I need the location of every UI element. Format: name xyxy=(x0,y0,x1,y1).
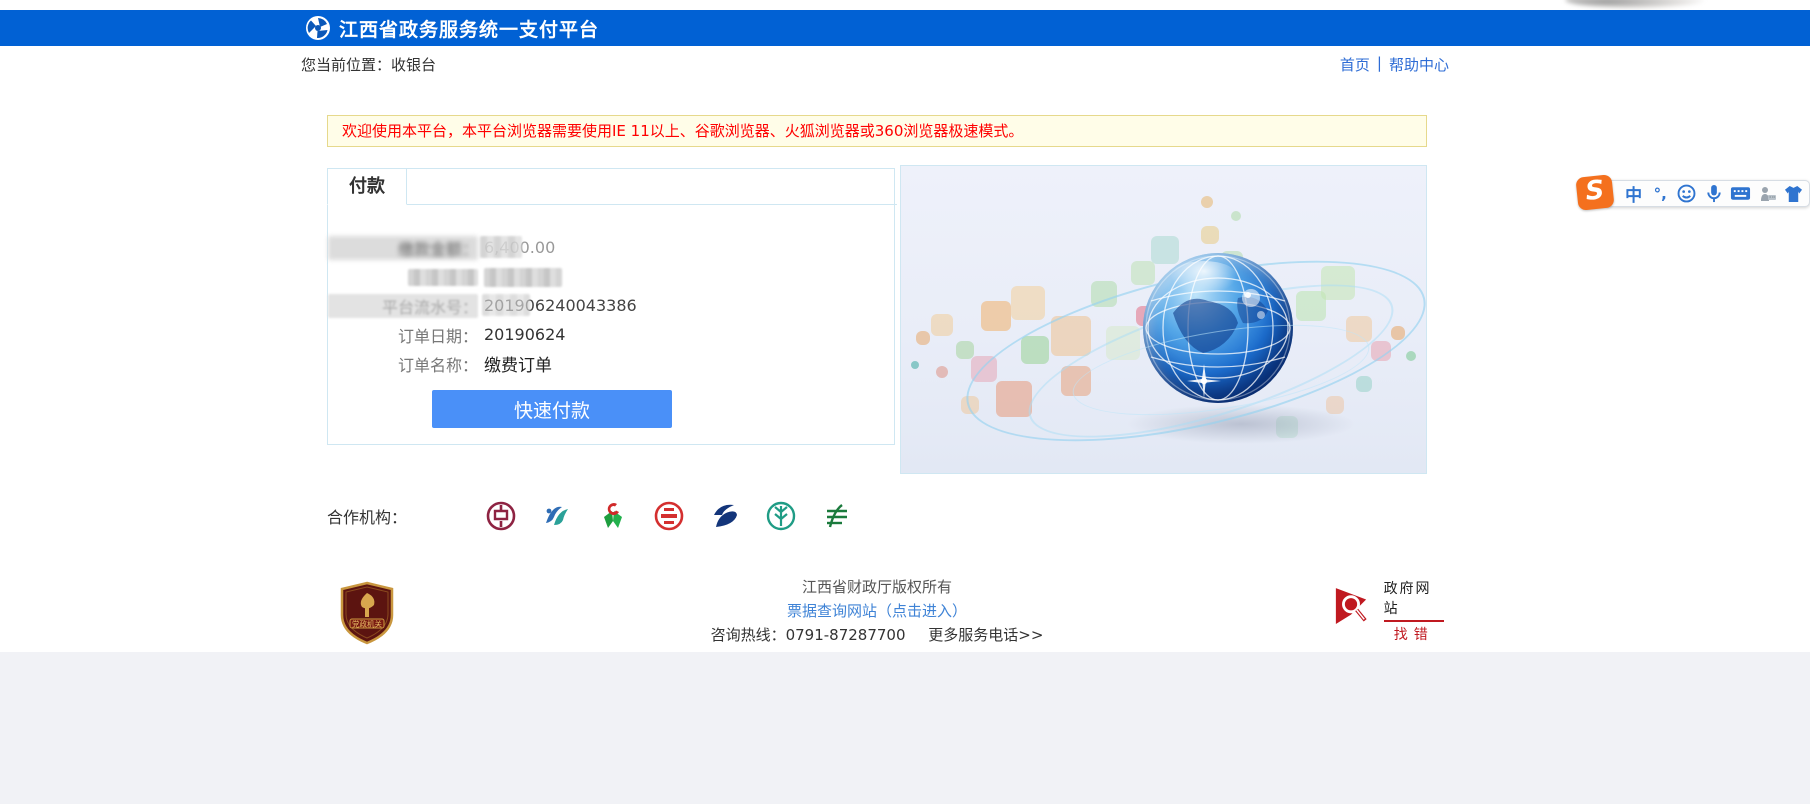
hotline-text: 咨询热线：0791-87287700 xyxy=(711,626,906,644)
page: 江西省政务服务统一支付平台 您当前位置：收银台 首页 | 帮助中心 欢迎使用本平… xyxy=(0,0,1810,804)
payer-label-mask xyxy=(408,269,478,286)
emoji-icon[interactable] xyxy=(1676,183,1698,205)
party-gov-badge[interactable]: 党政机关 xyxy=(338,581,396,645)
home-link[interactable]: 首页 xyxy=(1340,54,1370,75)
help-center-link[interactable]: 帮助中心 xyxy=(1389,54,1449,75)
order-name-value: 缴费订单 xyxy=(484,351,552,376)
breadcrumb-row: 您当前位置：收银台 首页 | 帮助中心 xyxy=(0,46,1810,78)
serial-label: 平台流水号： xyxy=(328,294,478,318)
receipt-link-row: 票据查询网站（点击进入） xyxy=(577,599,1177,623)
sogou-logo[interactable]: S xyxy=(1575,174,1614,211)
decorative-square xyxy=(1201,226,1219,244)
gov-site-label: 政府网站 xyxy=(1384,578,1444,622)
amount-label-redacted: 缴款金额： xyxy=(328,236,478,260)
payer-value-redacted xyxy=(484,267,562,287)
order-date-value: 20190624 xyxy=(484,325,565,344)
order-name-label: 订单名称： xyxy=(328,352,478,376)
top-links: 首页 | 帮助中心 xyxy=(1340,54,1449,75)
tab-payment[interactable]: 付款 xyxy=(327,168,407,205)
breadcrumb: 您当前位置：收银台 xyxy=(301,54,436,75)
ime-toolbar: 中 °, xyxy=(1577,179,1810,208)
mic-icon[interactable] xyxy=(1703,183,1725,205)
receipt-query-link[interactable]: 票据查询网站（点击进入） xyxy=(787,602,967,620)
more-phones-link[interactable]: 更多服务电话>> xyxy=(928,626,1043,644)
payment-tab-bar: 付款 xyxy=(327,168,897,205)
flag-magnifier-icon xyxy=(1334,585,1376,631)
decorative-square xyxy=(1406,351,1416,361)
payer-value-mask xyxy=(484,268,562,287)
links-separator: | xyxy=(1377,54,1382,75)
decorative-square xyxy=(1201,196,1213,208)
partners-label: 合作机构： xyxy=(327,504,407,528)
order-date-label: 订单日期： xyxy=(328,323,478,347)
platform-globe-logo-icon xyxy=(305,15,331,41)
decorative-square xyxy=(936,366,948,378)
header-brand: 江西省政务服务统一支付平台 xyxy=(305,10,599,46)
amount-value: 6,400.00 xyxy=(484,238,555,257)
jiangxi-bank-icon[interactable] xyxy=(541,498,573,534)
gov-site-error-badge[interactable]: 政府网站 找错 xyxy=(1334,585,1444,637)
find-error-label: 找错 xyxy=(1384,624,1444,644)
serial-value: 201906240043386 xyxy=(484,296,637,315)
decorative-square xyxy=(931,314,953,336)
decorative-square xyxy=(916,331,930,345)
decorative-square xyxy=(956,341,974,359)
copyright-text: 江西省财政厅版权所有 xyxy=(577,575,1177,599)
keyboard-icon[interactable] xyxy=(1729,183,1751,205)
decorative-square xyxy=(981,301,1011,331)
page-title: 江西省政务服务统一支付平台 xyxy=(339,15,599,42)
bottom-gray-area xyxy=(0,652,1810,804)
field-row-order-date: 订单日期： 20190624 xyxy=(328,320,896,349)
psbc-icon[interactable] xyxy=(821,498,853,534)
payment-fields: 缴款金额： 6,400.00 平台流水号： 201906240043386 xyxy=(328,233,896,378)
partners-row: 合作机构： xyxy=(327,496,1427,536)
ccb-icon[interactable] xyxy=(709,498,741,534)
party-gov-badge-label: 党政机关 xyxy=(352,619,382,629)
partner-bank-icons xyxy=(485,498,853,534)
gov-site-error-texts: 政府网站 找错 xyxy=(1384,585,1444,637)
browser-corner-artifact xyxy=(1565,0,1705,8)
footer-center: 江西省财政厅版权所有 票据查询网站（点击进入） 咨询热线：0791-872877… xyxy=(577,575,1177,647)
abc-icon[interactable] xyxy=(765,498,797,534)
payment-panel: 付款 缴款金额： 6,400.00 平台流水号： xyxy=(327,168,895,445)
decorative-square xyxy=(1231,211,1241,221)
field-row-serial: 平台流水号： 201906240043386 xyxy=(328,291,896,320)
footer: 党政机关 江西省财政厅版权所有 票据查询网站（点击进入） 咨询热线：0791-8… xyxy=(0,575,1810,652)
field-row-payer xyxy=(328,262,896,291)
sparkle-icon xyxy=(1187,364,1221,398)
header-bar: 江西省政务服务统一支付平台 xyxy=(0,10,1810,46)
punctuation-icon[interactable]: °, xyxy=(1649,183,1671,205)
skin-icon[interactable] xyxy=(1782,183,1804,205)
rural-credit-icon[interactable] xyxy=(597,498,629,534)
browser-compat-notice: 欢迎使用本平台，本平台浏览器需要使用IE 11以上、谷歌浏览器、火狐浏览器或36… xyxy=(327,115,1427,147)
decorative-square xyxy=(911,361,919,369)
globe-highlight xyxy=(1169,261,1239,295)
bank-of-china-icon[interactable] xyxy=(485,498,517,534)
toolbox-icon[interactable] xyxy=(1756,183,1778,205)
field-row-order-name: 订单名称： 缴费订单 xyxy=(328,349,896,378)
field-row-amount: 缴款金额： 6,400.00 xyxy=(328,233,896,262)
chinese-mode-icon[interactable]: 中 xyxy=(1623,183,1645,205)
hotline-row: 咨询热线：0791-87287700 更多服务电话>> xyxy=(577,623,1177,647)
quick-pay-button[interactable]: 快速付款 xyxy=(432,390,672,428)
icbc-icon[interactable] xyxy=(653,498,685,534)
ime-bar: 中 °, xyxy=(1605,180,1810,207)
promo-image-panel xyxy=(900,165,1427,474)
decorative-square xyxy=(1011,286,1045,320)
payer-label-redacted xyxy=(328,267,478,286)
decorative-square xyxy=(1356,376,1372,392)
